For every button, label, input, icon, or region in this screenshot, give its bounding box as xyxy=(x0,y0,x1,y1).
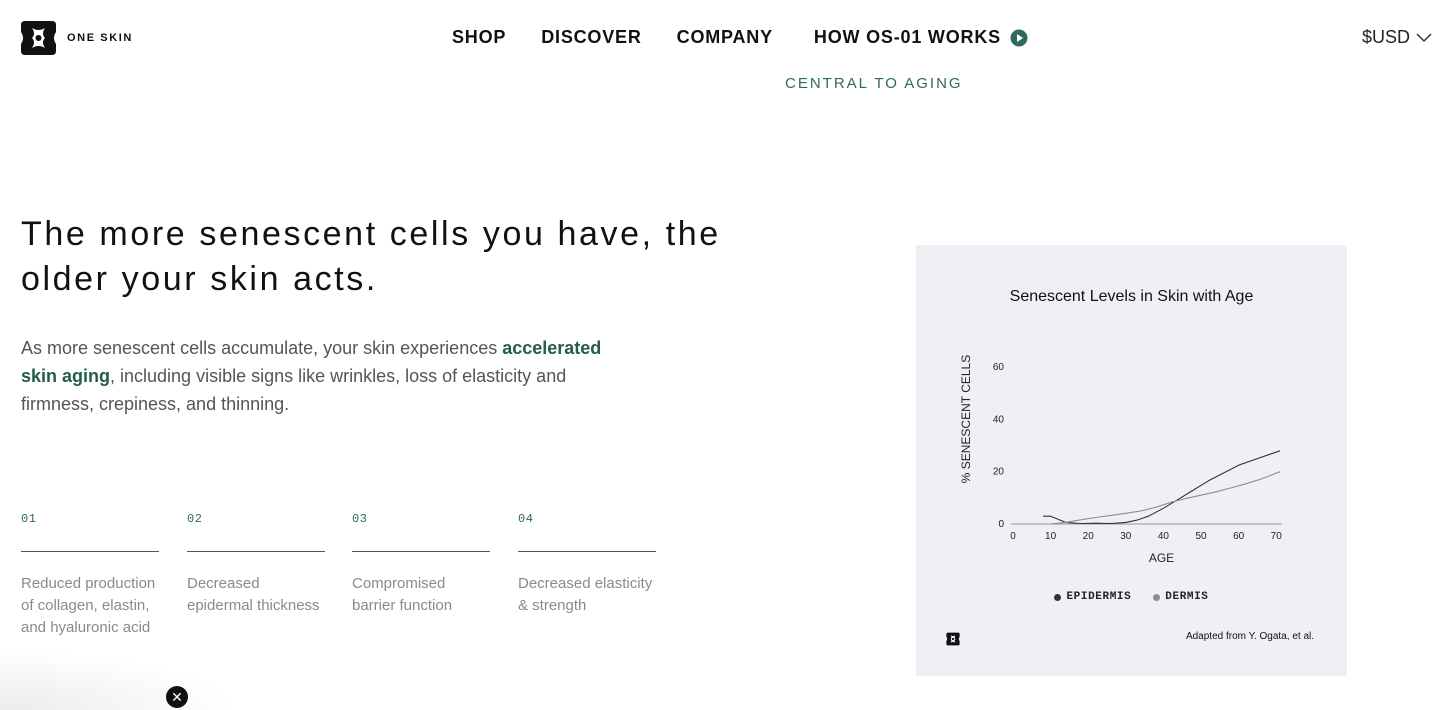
currency-label: $USD xyxy=(1361,27,1410,47)
currency-selector[interactable]: $USD xyxy=(1362,27,1432,48)
x-tick-label: 50 xyxy=(1195,531,1207,542)
nav-how-it-works-label: HOW OS-01 WORKS xyxy=(813,27,1001,47)
step-divider xyxy=(187,551,325,552)
step-item: 04 Decreased elasticity & strength xyxy=(518,512,656,617)
x-axis-label: AGE xyxy=(1149,551,1174,565)
oneskin-small-logo-icon xyxy=(946,632,960,646)
main-menu: SHOP DISCOVER COMPANY HOW OS-01 WORKS xyxy=(452,27,1028,48)
nav-company[interactable]: COMPANY xyxy=(677,27,773,48)
body-copy: As more senescent cells accumulate, your… xyxy=(21,334,631,418)
chart-plot: 0 10 20 30 40 50 60 70 0 20 40 60 AGE % SENESCENT CEL… xyxy=(959,355,1283,565)
legend-label-dermis: DERMIS xyxy=(1165,591,1209,603)
legend-dot-dermis xyxy=(1153,593,1161,601)
series-line-dermis xyxy=(1050,471,1281,525)
step-item: 01 Reduced production of collagen, elast… xyxy=(21,512,159,639)
step-number: 02 xyxy=(187,512,203,526)
nav-discover[interactable]: DISCOVER xyxy=(541,27,641,48)
y-tick-label: 40 xyxy=(993,414,1005,425)
legend-item-dermis: DERMIS xyxy=(1153,591,1208,603)
headline: The more senescent cells you have, the o… xyxy=(21,215,721,298)
x-tick-label: 60 xyxy=(1233,531,1245,542)
nav-shop[interactable]: SHOP xyxy=(452,27,506,48)
section-label-cut: CENTRAL TO AGING xyxy=(785,76,963,90)
legend-dot-epidermis xyxy=(1054,593,1062,601)
x-tick-label: 0 xyxy=(1010,531,1016,542)
oneskin-logo-icon xyxy=(21,21,56,55)
step-item: 03 Compromised barrier function xyxy=(352,512,490,617)
step-divider xyxy=(518,551,656,552)
step-divider xyxy=(352,551,490,552)
series-line-epidermis xyxy=(1043,450,1281,525)
y-axis-label: % SENESCENT CELLS xyxy=(959,355,973,484)
step-number: 01 xyxy=(21,512,37,526)
x-tick-label: 30 xyxy=(1120,531,1132,542)
y-tick-label: 60 xyxy=(993,362,1005,373)
y-tick-label: 20 xyxy=(993,467,1005,478)
chart-card: Senescent Levels in Skin with Age 0 10 20 3… xyxy=(916,245,1347,676)
play-circle-icon xyxy=(1010,29,1028,46)
step-text: Decreased epidermal thickness xyxy=(187,575,320,614)
brand-logo[interactable]: ONE SKIN xyxy=(20,20,133,56)
step-divider xyxy=(21,551,159,552)
section-label-text: CENTRAL TO AGING xyxy=(785,76,963,90)
chevron-down-icon xyxy=(1416,32,1432,42)
x-tick-label: 40 xyxy=(1158,531,1170,542)
body-text-before: As more senescent cells accumulate, your… xyxy=(21,338,503,358)
brand-name: ONE SKIN xyxy=(67,32,133,44)
popup-shadow xyxy=(0,650,240,710)
chart-attribution: Adapted from Y. Ogata, et al. xyxy=(1185,631,1314,642)
step-text: Compromised barrier function xyxy=(352,575,453,614)
step-item: 02 Decreased epidermal thickness xyxy=(187,512,325,617)
step-text: Decreased elasticity & strength xyxy=(518,575,653,614)
top-nav: ONE SKIN SHOP DISCOVER COMPANY HOW OS-01… xyxy=(0,0,1456,76)
step-text: Reduced production of collagen, elastin,… xyxy=(21,575,156,636)
x-tick-label: 70 xyxy=(1271,531,1283,542)
step-number: 03 xyxy=(352,512,368,526)
y-tick-label: 0 xyxy=(998,519,1004,530)
step-number: 04 xyxy=(518,512,534,526)
x-tick-label: 20 xyxy=(1083,531,1095,542)
close-icon[interactable]: ✕ xyxy=(166,686,188,708)
chart-legend: EPIDERMIS DERMIS xyxy=(916,591,1347,603)
legend-label-epidermis: EPIDERMIS xyxy=(1066,591,1132,603)
x-tick-label: 10 xyxy=(1045,531,1057,542)
nav-how-it-works[interactable]: HOW OS-01 WORKS xyxy=(814,27,1028,48)
legend-item-epidermis: EPIDERMIS xyxy=(1054,591,1131,603)
